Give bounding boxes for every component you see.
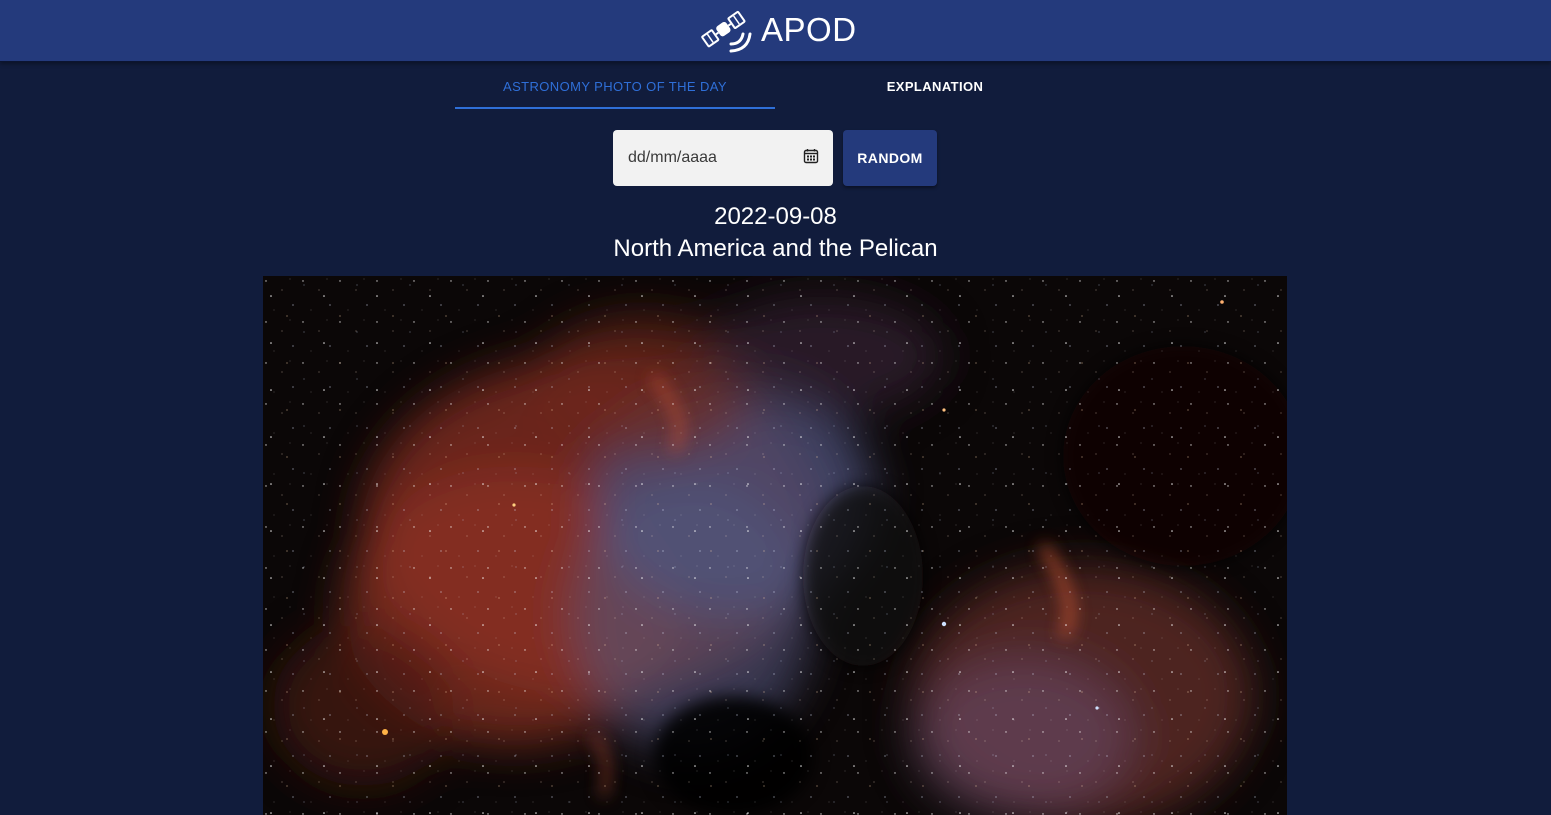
app-title: APOD	[761, 11, 857, 48]
app-bar: APOD	[0, 0, 1551, 62]
calendar-icon[interactable]	[803, 148, 819, 169]
date-picker[interactable]	[613, 130, 833, 186]
tab-astronomy-photo[interactable]: ASTRONOMY PHOTO OF THE DAY	[455, 62, 775, 110]
brand[interactable]: APOD	[697, 0, 857, 60]
apod-title: North America and the Pelican	[613, 235, 938, 262]
tab-bar: ASTRONOMY PHOTO OF THE DAY EXPLANATION	[455, 62, 1095, 110]
apod-image	[263, 276, 1287, 815]
satellite-icon	[697, 0, 753, 61]
date-input[interactable]	[628, 149, 778, 167]
random-button[interactable]: RANDOM	[843, 130, 937, 186]
active-tab-indicator	[455, 107, 775, 109]
tab-explanation[interactable]: EXPLANATION	[775, 62, 1095, 110]
apod-date: 2022-09-08	[714, 203, 837, 230]
